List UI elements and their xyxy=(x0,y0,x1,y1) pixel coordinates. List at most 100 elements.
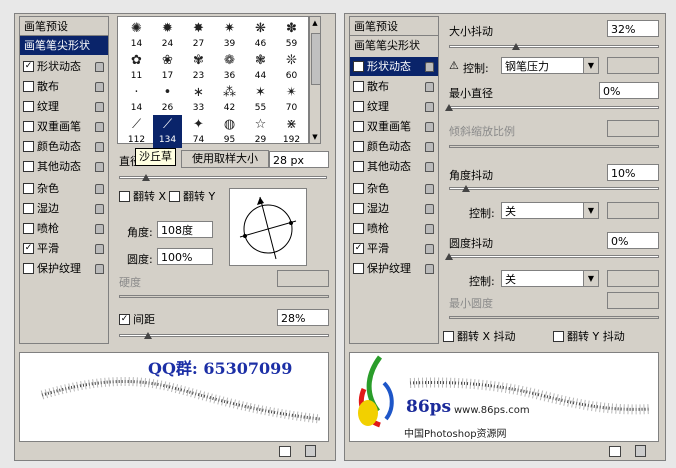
option-item[interactable]: 喷枪 xyxy=(350,219,438,238)
checkbox-icon[interactable] xyxy=(23,140,34,152)
lock-icon[interactable] xyxy=(95,224,104,234)
brush-tip-cell[interactable]: • 26 xyxy=(153,83,182,116)
brush-tip-cell[interactable]: ❃ 44 xyxy=(246,51,275,84)
option-item[interactable]: ✓ 形状动态 xyxy=(20,57,108,76)
checkbox-icon[interactable] xyxy=(23,120,34,132)
checkbox-icon[interactable] xyxy=(353,120,364,132)
new-brush-icon[interactable] xyxy=(609,446,621,457)
checkbox-icon[interactable] xyxy=(23,222,34,234)
control-pen-dropdown[interactable]: 钢笔压力 ▼ xyxy=(501,57,599,74)
lock-icon[interactable] xyxy=(425,162,434,172)
min-diameter-slider[interactable] xyxy=(449,106,659,109)
checkbox-icon[interactable] xyxy=(353,202,364,214)
checked-checkbox-icon[interactable]: ✓ xyxy=(353,242,364,254)
lock-icon[interactable] xyxy=(95,204,104,214)
brush-tip-cell[interactable]: ⟋ 134 xyxy=(153,115,182,148)
scroll-down-arrow-icon[interactable]: ▼ xyxy=(311,132,319,142)
angle-field[interactable]: 108度 xyxy=(157,221,213,238)
checkbox-icon[interactable] xyxy=(353,160,364,172)
brush-tip-cell[interactable]: ❀ 17 xyxy=(153,51,182,84)
checkbox-icon[interactable] xyxy=(353,222,364,234)
option-item[interactable]: 喷枪 xyxy=(20,219,108,238)
option-item[interactable]: 双重画笔 xyxy=(20,117,108,136)
brush-tip-cell[interactable]: ⟋ 112 xyxy=(122,115,151,148)
option-item[interactable]: 其他动态 xyxy=(350,157,438,176)
checked-checkbox-icon[interactable]: ✓ xyxy=(23,242,34,254)
option-item[interactable]: 双重画笔 xyxy=(350,117,438,136)
brush-tip-cell[interactable]: · 14 xyxy=(122,83,151,116)
scroll-thumb[interactable] xyxy=(311,33,321,85)
checkbox-icon[interactable] xyxy=(353,140,364,152)
lock-icon[interactable] xyxy=(425,224,434,234)
option-item[interactable]: 纹理 xyxy=(20,97,108,116)
option-item[interactable]: 其他动态 xyxy=(20,157,108,176)
brush-grid-scrollbar[interactable]: ▲ ▼ xyxy=(309,16,321,144)
checkbox-icon[interactable] xyxy=(353,100,364,112)
lock-icon[interactable] xyxy=(425,244,434,254)
checkbox-icon[interactable] xyxy=(23,182,34,194)
flip-y-jitter-checkbox[interactable]: 翻转 Y 抖动 xyxy=(553,328,625,344)
lock-icon[interactable] xyxy=(425,204,434,214)
brush-tip-cell[interactable]: ✿ 11 xyxy=(122,51,151,84)
angle-jitter-field[interactable]: 10% xyxy=(607,164,659,181)
spacing-slider-thumb[interactable] xyxy=(144,332,152,339)
flip-x-jitter-checkbox[interactable]: 翻转 X 抖动 xyxy=(443,328,516,344)
lock-icon[interactable] xyxy=(95,122,104,132)
diameter-field[interactable]: 28 px xyxy=(269,151,329,168)
checkbox-icon[interactable] xyxy=(23,160,34,172)
brush-tip-cell[interactable]: ✽ 59 xyxy=(277,19,306,52)
lock-icon[interactable] xyxy=(425,122,434,132)
size-jitter-slider[interactable] xyxy=(449,45,659,48)
brush-tip-grid[interactable]: ✺ 14 ✹ 24 ✸ 27 ✷ 39 ❋ 46 ✽ 59 ✿ 11 ❀ 17 ✾ 23 ❁ 36 ❃ 44 ❊ 60 · 14 •… xyxy=(117,16,309,148)
brush-tip-cell[interactable]: ☆ 29 xyxy=(246,115,275,148)
trash-icon[interactable] xyxy=(635,445,646,457)
option-item[interactable]: ✓ 形状动态 xyxy=(350,57,438,76)
spacing-checkbox[interactable]: ✓ 间距 xyxy=(119,311,155,327)
option-item[interactable]: 纹理 xyxy=(350,97,438,116)
brush-tip-cell[interactable]: ⁂ 42 xyxy=(215,83,244,116)
brush-tip-cell[interactable]: ✶ 55 xyxy=(246,83,275,116)
option-item[interactable]: 保护纹理 xyxy=(350,259,438,278)
diameter-slider-thumb[interactable] xyxy=(142,174,150,181)
brush-tip-cell[interactable]: ✦ 74 xyxy=(184,115,213,148)
option-header[interactable]: 画笔预设 xyxy=(350,17,438,36)
size-jitter-slider-thumb[interactable] xyxy=(512,43,521,50)
brush-tip-cell[interactable]: ❋ 46 xyxy=(246,19,275,52)
checked-checkbox-icon[interactable]: ✓ xyxy=(353,60,364,72)
lock-icon[interactable] xyxy=(95,82,104,92)
roundness-jitter-field[interactable]: 0% xyxy=(607,232,659,249)
option-item[interactable]: 湿边 xyxy=(350,199,438,218)
lock-icon[interactable] xyxy=(425,142,434,152)
lock-icon[interactable] xyxy=(95,162,104,172)
brush-tip-cell[interactable]: ✺ 14 xyxy=(122,19,151,52)
option-item[interactable]: 画笔笔尖形状 xyxy=(20,36,108,55)
lock-icon[interactable] xyxy=(425,62,434,72)
option-item[interactable]: 颜色动态 xyxy=(20,137,108,156)
checkbox-icon[interactable] xyxy=(23,262,34,274)
brush-tip-cell[interactable]: ❊ 60 xyxy=(277,51,306,84)
option-item[interactable]: ✓ 平滑 xyxy=(350,239,438,258)
roundness-jitter-slider[interactable] xyxy=(449,255,659,258)
option-item[interactable]: 湿边 xyxy=(20,199,108,218)
checkbox-icon[interactable] xyxy=(353,262,364,274)
option-item[interactable]: 保护纹理 xyxy=(20,259,108,278)
option-item[interactable]: ✓ 平滑 xyxy=(20,239,108,258)
lock-icon[interactable] xyxy=(95,142,104,152)
spacing-field[interactable]: 28% xyxy=(277,309,329,326)
brush-tip-cell[interactable]: ❁ 36 xyxy=(215,51,244,84)
trash-icon[interactable] xyxy=(305,445,316,457)
lock-icon[interactable] xyxy=(425,82,434,92)
diameter-slider[interactable] xyxy=(119,176,327,179)
brush-tip-cell[interactable]: ✸ 27 xyxy=(184,19,213,52)
checkbox-icon[interactable] xyxy=(23,202,34,214)
brush-tip-cell[interactable]: ✾ 23 xyxy=(184,51,213,84)
flip-x-checkbox[interactable]: 翻转 X xyxy=(119,188,166,204)
lock-icon[interactable] xyxy=(425,102,434,112)
lock-icon[interactable] xyxy=(95,184,104,194)
option-header[interactable]: 画笔预设 xyxy=(20,17,108,36)
option-item[interactable]: 颜色动态 xyxy=(350,137,438,156)
checkbox-icon[interactable] xyxy=(353,182,364,194)
option-item[interactable]: 散布 xyxy=(20,77,108,96)
control-angle-dropdown[interactable]: 关 ▼ xyxy=(501,202,599,219)
brush-tip-cell[interactable]: ✴ 70 xyxy=(277,83,306,116)
